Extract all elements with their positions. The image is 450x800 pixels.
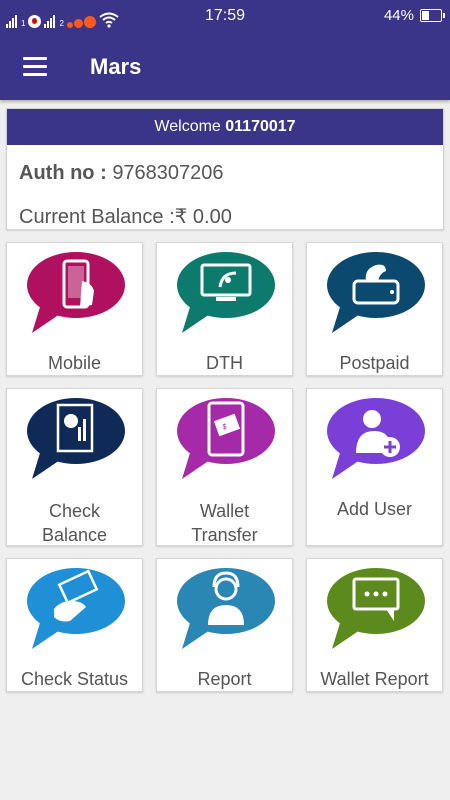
wallet-transfer-line1: Wallet	[199, 501, 250, 521]
welcome-text: Welcome	[154, 118, 221, 135]
balance-row: Current Balance :₹ 0.00	[19, 204, 232, 229]
balance-value: ₹ 0.00	[174, 206, 232, 228]
mobile-tile[interactable]: Mobile	[6, 242, 143, 376]
wallet-report-tile[interactable]: Wallet Report	[306, 558, 443, 692]
wallet-transfer-tile[interactable]: $ Wallet Transfer	[156, 388, 293, 546]
battery-percentage: 44%	[383, 7, 414, 24]
check-balance-label: Check Balance	[7, 499, 142, 547]
mobile-recharge-icon	[27, 252, 125, 333]
check-balance-tile[interactable]: Check Balance	[6, 388, 143, 546]
check-balance-line1: Check	[48, 501, 101, 521]
svg-text:$: $	[222, 422, 227, 431]
dth-dish-icon	[177, 252, 275, 333]
check-status-icon	[27, 568, 125, 649]
check-status-tile[interactable]: Check Status	[6, 558, 143, 692]
postpaid-tile[interactable]: Postpaid	[306, 242, 443, 376]
app-bar: Mars	[0, 32, 450, 100]
check-balance-line2: Balance	[41, 525, 108, 545]
wallet-transfer-label: Wallet Transfer	[157, 499, 292, 547]
postpaid-phone-icon	[327, 252, 425, 333]
add-user-icon	[327, 398, 425, 479]
auth-row: Auth no : 9768307206	[19, 162, 224, 185]
balance-label: Current Balance :	[19, 206, 175, 228]
postpaid-label: Postpaid	[339, 353, 410, 373]
user-id: 01170017	[225, 118, 296, 135]
hamburger-menu-icon[interactable]	[16, 50, 54, 82]
add-user-tile[interactable]: Add User	[306, 388, 443, 546]
dth-tile[interactable]: DTH	[156, 242, 293, 376]
add-user-label: Add User	[336, 499, 413, 519]
clock: 17:59	[204, 7, 246, 24]
welcome-banner: Welcome 01170017	[7, 109, 443, 145]
auth-value: 9768307206	[112, 162, 224, 184]
check-status-label: Check Status	[20, 669, 129, 689]
wallet-report-chat-icon	[327, 568, 425, 649]
wallet-transfer-line2: Transfer	[191, 525, 258, 545]
mobile-label: Mobile	[47, 353, 102, 373]
report-label: Report	[197, 669, 252, 689]
battery-icon	[420, 9, 445, 22]
auth-label: Auth no :	[19, 162, 107, 184]
app-title: Mars	[90, 54, 142, 79]
report-tile[interactable]: Report	[156, 558, 293, 692]
wallet-report-label: Wallet Report	[320, 669, 429, 689]
account-card: Welcome 01170017 Auth no : 9768307206 Cu…	[6, 108, 444, 230]
wallet-transfer-icon: $	[177, 398, 275, 479]
dth-label: DTH	[206, 353, 243, 373]
balance-report-icon	[27, 398, 125, 479]
status-bar: 1 2 17:59 44%	[0, 0, 450, 32]
report-support-icon	[177, 568, 275, 649]
